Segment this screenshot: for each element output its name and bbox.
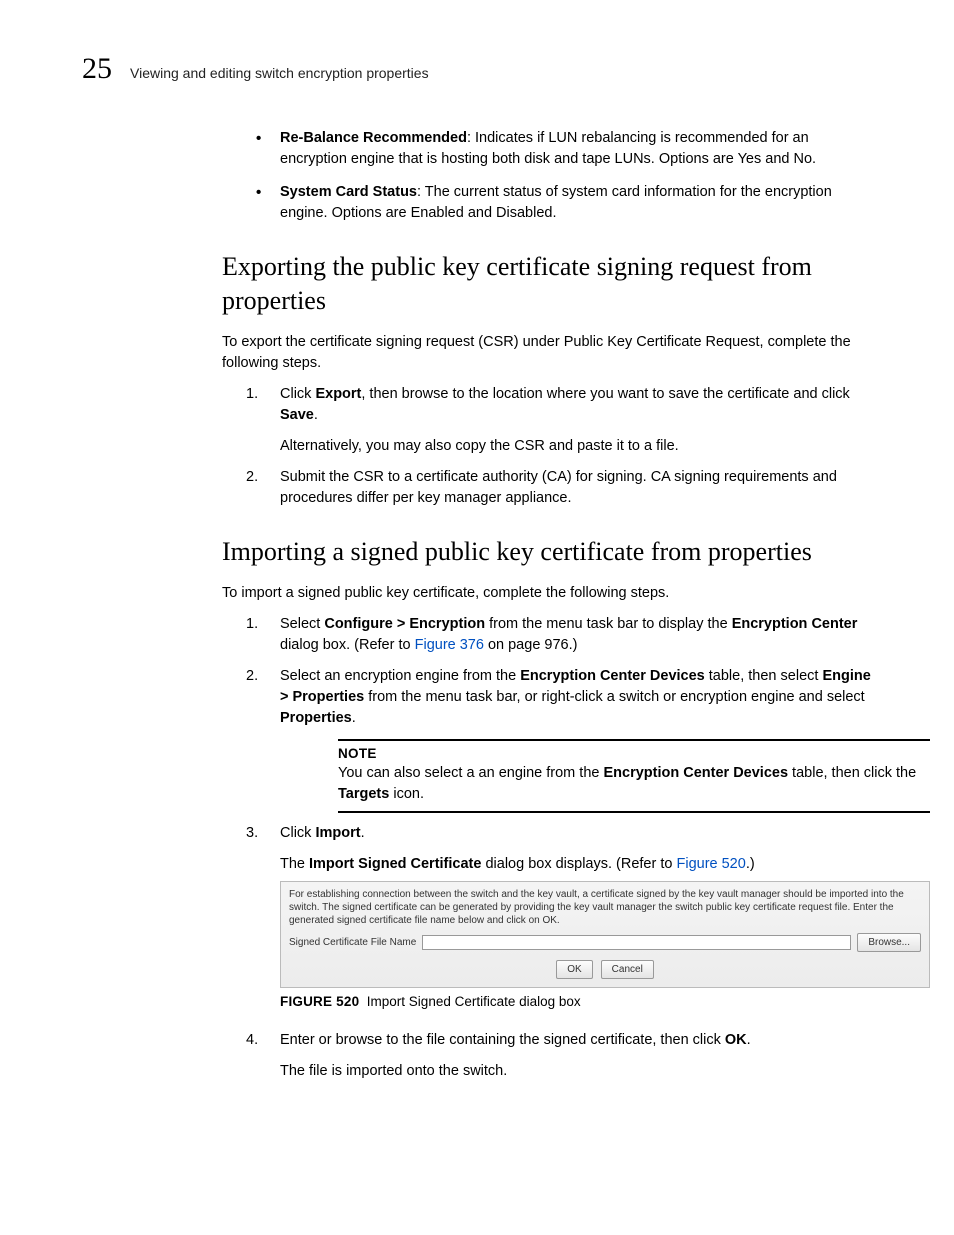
dialog-button-row: OK Cancel (289, 960, 921, 979)
step-item: Submit the CSR to a certificate authorit… (222, 467, 872, 509)
figure-caption-text: Import Signed Certificate dialog box (367, 994, 581, 1009)
step-item: Select an encryption engine from the Enc… (222, 666, 872, 814)
step-item: Click Export, then browse to the locatio… (222, 384, 872, 457)
chapter-title: Viewing and editing switch encryption pr… (130, 65, 429, 81)
figure-link[interactable]: Figure 376 (415, 637, 484, 653)
step-item: Select Configure > Encryption from the m… (222, 614, 872, 656)
step-item: Enter or browse to the file containing t… (222, 1030, 872, 1082)
bullet-item: Re-Balance Recommended: Indicates if LUN… (222, 128, 872, 170)
import-signed-certificate-dialog: For establishing connection between the … (280, 881, 930, 988)
browse-button[interactable]: Browse... (857, 933, 921, 952)
figure-number: FIGURE 520 (280, 994, 359, 1009)
import-steps: Select Configure > Encryption from the m… (222, 614, 872, 1082)
step-subtext: Alternatively, you may also copy the CSR… (280, 436, 872, 457)
cancel-button[interactable]: Cancel (601, 960, 654, 979)
signed-certificate-file-name-input[interactable] (422, 935, 851, 950)
note-box: NOTE You can also select a an engine fro… (338, 739, 930, 814)
chapter-number: 25 (82, 54, 112, 84)
step-subtext: The file is imported onto the switch. (280, 1061, 872, 1082)
note-heading: NOTE (338, 739, 930, 764)
section-intro: To import a signed public key certificat… (222, 583, 872, 604)
bullet-item: System Card Status: The current status o… (222, 182, 872, 224)
content-area: Re-Balance Recommended: Indicates if LUN… (222, 128, 872, 1082)
ok-button[interactable]: OK (556, 960, 592, 979)
dialog-instructions: For establishing connection between the … (289, 888, 921, 927)
page-header: 25 Viewing and editing switch encryption… (82, 54, 872, 84)
export-steps: Click Export, then browse to the locatio… (222, 384, 872, 509)
bullet-term: System Card Status (280, 184, 417, 200)
figure-link[interactable]: Figure 520 (676, 856, 745, 872)
figure-caption: FIGURE 520 Import Signed Certificate dia… (280, 992, 872, 1012)
note-body: You can also select a an engine from the… (338, 763, 930, 813)
section-heading-export: Exporting the public key certificate sig… (222, 250, 872, 318)
step-item: Click Import. The Import Signed Certific… (222, 823, 872, 1012)
dialog-field-row: Signed Certificate File Name Browse... (289, 933, 921, 952)
dialog-field-label: Signed Certificate File Name (289, 936, 416, 951)
page: 25 Viewing and editing switch encryption… (0, 0, 954, 1152)
step-subtext: The Import Signed Certificate dialog box… (280, 854, 872, 875)
bullet-list: Re-Balance Recommended: Indicates if LUN… (222, 128, 872, 224)
section-intro: To export the certificate signing reques… (222, 332, 872, 374)
bullet-term: Re-Balance Recommended (280, 130, 467, 146)
section-heading-import: Importing a signed public key certificat… (222, 535, 872, 569)
